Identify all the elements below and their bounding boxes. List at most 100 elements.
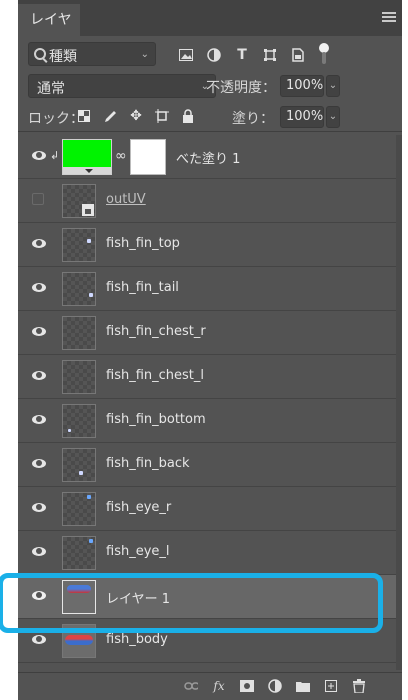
bottom-icons: fx	[184, 679, 366, 693]
layer-row[interactable]: fish_fin_chest_l	[18, 355, 402, 399]
eye-icon	[32, 371, 46, 380]
layer-row[interactable]: fish_eye_l	[18, 531, 402, 575]
layer-name[interactable]: べた塗り 1	[176, 148, 240, 167]
layer-thumbnail[interactable]	[62, 580, 96, 614]
visibility-toggle[interactable]	[32, 149, 46, 163]
visibility-toggle[interactable]	[32, 369, 46, 383]
layer-row[interactable]: fish_fin_back	[18, 443, 402, 487]
link-layers-icon[interactable]	[184, 679, 198, 693]
chevron-down-icon: ⌄	[328, 80, 338, 91]
lock-row: ロック： ✥ 塗り： 100% ⌄	[18, 105, 402, 131]
lock-position-icon[interactable]: ✥	[128, 108, 144, 124]
lock-pixels-icon[interactable]	[102, 108, 118, 124]
layer-thumbnail[interactable]	[62, 360, 96, 394]
filter-kind-select[interactable]: 種類 ⌄	[28, 42, 156, 66]
filter-icons: T	[178, 44, 306, 66]
layer-name[interactable]: fish_eye_r	[106, 500, 171, 515]
panel-menu-icon[interactable]	[382, 12, 396, 22]
layer-thumbnail[interactable]	[62, 448, 96, 482]
add-mask-icon[interactable]	[240, 679, 254, 693]
layer-name[interactable]: fish_fin_chest_r	[106, 324, 206, 339]
lock-artboard-icon[interactable]	[154, 108, 170, 124]
fx-icon[interactable]: fx	[212, 679, 226, 693]
clip-arrow-icon: ↲	[50, 149, 60, 162]
fill-input[interactable]: 100%	[280, 106, 324, 128]
fill-dropdown[interactable]: ⌄	[326, 106, 340, 128]
layer-thumbnail[interactable]	[62, 184, 96, 218]
lock-all-icon[interactable]	[180, 108, 196, 124]
type-filter-icon[interactable]: T	[234, 47, 250, 63]
eye-icon	[32, 239, 46, 248]
new-group-icon[interactable]	[296, 679, 310, 693]
visibility-toggle[interactable]	[32, 325, 46, 339]
fill-label: 塗り：	[232, 111, 274, 127]
chain-link-icon[interactable]: ∞	[115, 148, 127, 164]
adjustment-layer-icon[interactable]	[268, 679, 282, 693]
lock-transparency-icon[interactable]	[76, 108, 92, 124]
mask-thumbnail[interactable]	[130, 139, 166, 175]
layer-row-outuv[interactable]: outUV	[18, 179, 402, 223]
visibility-toggle[interactable]	[32, 281, 46, 295]
blend-mode-select[interactable]: 通常 ⌄	[28, 74, 216, 98]
lock-icons: ✥	[76, 108, 196, 124]
delete-icon[interactable]	[352, 679, 366, 693]
layer-thumbnail[interactable]	[62, 272, 96, 306]
visibility-toggle[interactable]	[32, 237, 46, 251]
visibility-toggle[interactable]	[32, 545, 46, 559]
layers-panel: レイヤー 種類 ⌄ T	[18, 0, 402, 700]
layer-name[interactable]: fish_eye_l	[106, 544, 170, 559]
layer-row[interactable]: fish_body	[18, 619, 402, 663]
visibility-toggle[interactable]	[32, 193, 46, 207]
blend-row: 通常 ⌄ 不透明度： 100% ⌄	[18, 74, 402, 100]
smartobject-filter-icon[interactable]	[290, 47, 306, 63]
eye-icon	[32, 591, 46, 600]
layer-name[interactable]: outUV	[106, 192, 146, 207]
layer-name[interactable]: レイヤー 1	[106, 588, 170, 607]
layer-row-fill[interactable]: ↲ ∞ べた塗り 1	[18, 135, 402, 179]
bottom-toolbar: fx	[18, 672, 402, 700]
tab-layers[interactable]: レイヤー	[18, 4, 80, 60]
fx-label: fx	[213, 679, 225, 693]
layer-row[interactable]: fish_fin_top	[18, 223, 402, 267]
layer-thumbnail[interactable]	[62, 492, 96, 526]
eye-icon	[32, 415, 46, 424]
layer-name[interactable]: fish_fin_tail	[106, 280, 179, 295]
layer-thumbnail[interactable]	[62, 624, 96, 658]
image-filter-icon[interactable]	[178, 47, 194, 63]
layer-row[interactable]: fish_fin_chest_r	[18, 311, 402, 355]
new-layer-icon[interactable]	[324, 679, 338, 693]
layer-row[interactable]: fish_fin_tail	[18, 267, 402, 311]
eye-icon	[32, 327, 46, 336]
layer-name[interactable]: fish_fin_top	[106, 236, 180, 251]
layer-name[interactable]: fish_fin_back	[106, 456, 190, 471]
filter-row: 種類 ⌄ T	[18, 42, 402, 68]
layer-name[interactable]: fish_fin_bottom	[106, 412, 206, 427]
layer-row[interactable]: fish_fin_bottom	[18, 399, 402, 443]
visibility-toggle[interactable]	[32, 413, 46, 427]
visibility-toggle[interactable]	[32, 501, 46, 515]
opacity-dropdown[interactable]: ⌄	[326, 75, 340, 97]
adjustment-filter-icon[interactable]	[206, 47, 222, 63]
layer-thumbnail[interactable]	[62, 536, 96, 570]
layer-name[interactable]: fish_fin_chest_l	[106, 368, 204, 383]
layer-row-selected[interactable]: レイヤー 1	[18, 575, 402, 619]
layer-thumbnail[interactable]	[62, 139, 112, 175]
filter-toggle[interactable]	[318, 42, 330, 66]
opacity-input[interactable]: 100%	[280, 75, 324, 97]
visibility-toggle[interactable]	[32, 457, 46, 471]
chevron-down-icon: ⌄	[328, 111, 338, 122]
layer-thumbnail[interactable]	[62, 228, 96, 262]
shape-filter-icon[interactable]	[262, 47, 278, 63]
layer-thumbnail[interactable]	[62, 316, 96, 350]
fill-value: 100%	[286, 109, 324, 124]
layer-list-scrollbar[interactable]	[396, 135, 402, 670]
layer-name[interactable]: fish_body	[106, 632, 168, 647]
blend-mode-label: 通常	[37, 81, 65, 97]
filter-kind-label: 種類	[49, 49, 77, 65]
eye-icon	[32, 459, 46, 468]
layer-row[interactable]: fish_eye_r	[18, 487, 402, 531]
visibility-toggle[interactable]	[32, 589, 46, 603]
visibility-toggle[interactable]	[32, 633, 46, 647]
eye-icon	[32, 635, 46, 644]
layer-thumbnail[interactable]	[62, 404, 96, 438]
